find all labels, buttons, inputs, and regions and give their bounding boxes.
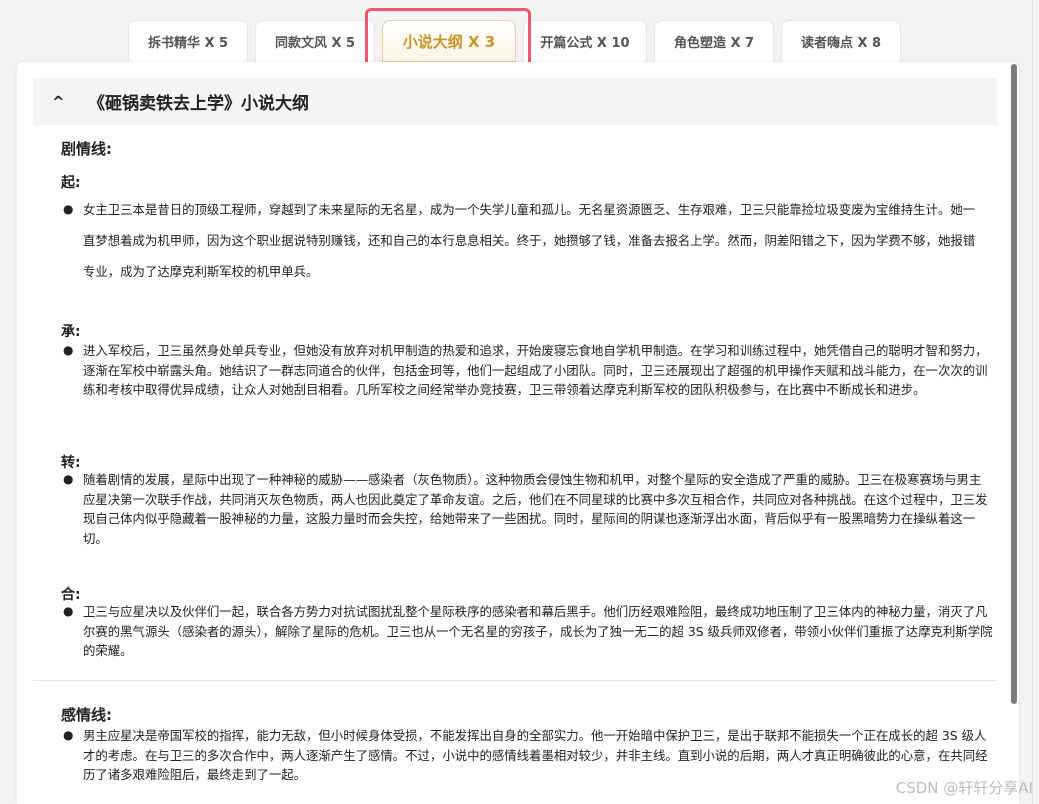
section-title-qi: 起: (61, 175, 81, 191)
romance-heading: 感情线: (61, 706, 112, 724)
section-text-zhuan: ● 随着剧情的发展，星际中出现了一种神秘的威胁——感染者（灰色物质）。这种物质会… (61, 470, 993, 548)
outline-title: 《砸锅卖铁去上学》小说大纲 (88, 94, 309, 114)
tab-book-essence[interactable]: 拆书精华 X 5 (128, 20, 248, 62)
plot-heading: 剧情线: (61, 140, 112, 158)
section-text-cheng: ● 进入军校后，卫三虽然身处单兵专业，但她没有放弃对机甲制造的热爱和追求，开始废… (61, 341, 993, 400)
paragraph-text: 卫三与应星决以及伙伴们一起，联合各方势力对抗试图扰乱整个星际秩序的感染者和幕后黑… (83, 604, 993, 658)
outline-card: ^ 《砸锅卖铁去上学》小说大纲 剧情线: 起: ● 女主卫三本是昔日的顶级工程师… (17, 62, 1019, 804)
section-title-he: 合: (61, 587, 81, 603)
bullet-icon: ● (63, 202, 74, 216)
tab-character-building[interactable]: 角色塑造 X 7 (654, 20, 774, 62)
bullet-icon: ● (63, 604, 74, 618)
section-divider (33, 680, 997, 681)
paragraph-text: 男主应星决是帝国军校的指挥，能力无敌，但小时候身体受损，不能发挥出自身的全部实力… (83, 728, 988, 782)
paragraph-text: 随着剧情的发展，星际中出现了一种神秘的威胁——感染者（灰色物质）。这种物质会侵蚀… (83, 472, 988, 546)
section-title-zhuan: 转: (61, 455, 81, 471)
app-frame: 拆书精华 X 5 同款文风 X 5 小说大纲 X 3 开篇公式 X 10 角色塑… (0, 0, 1039, 804)
watermark: CSDN @轩轩分享AI (895, 779, 1033, 797)
collapse-caret-icon[interactable]: ^ (52, 93, 88, 111)
outline-header[interactable]: ^ 《砸锅卖铁去上学》小说大纲 (33, 78, 997, 125)
tab-opening-formula[interactable]: 开篇公式 X 10 (523, 20, 647, 62)
paragraph-text: 女主卫三本是昔日的顶级工程师，穿越到了未来星际的无名星，成为一个失学儿童和孤儿。… (83, 202, 976, 279)
romance-text: ● 男主应星决是帝国军校的指挥，能力无敌，但小时候身体受损，不能发挥出自身的全部… (61, 726, 993, 785)
tab-reader-hooks[interactable]: 读者嗨点 X 8 (781, 20, 901, 62)
section-text-he: ● 卫三与应星决以及伙伴们一起，联合各方势力对抗试图扰乱整个星际秩序的感染者和幕… (61, 602, 993, 661)
section-title-cheng: 承: (61, 324, 81, 340)
bullet-icon: ● (63, 343, 74, 357)
section-text-qi: ● 女主卫三本是昔日的顶级工程师，穿越到了未来星际的无名星，成为一个失学儿童和孤… (61, 194, 983, 287)
paragraph-text: 进入军校后，卫三虽然身处单兵专业，但她没有放弃对机甲制造的热爱和追求，开始废寝忘… (83, 343, 988, 397)
tab-same-style[interactable]: 同款文风 X 5 (255, 20, 375, 62)
scrollbar-thumb[interactable] (1011, 64, 1017, 704)
bullet-icon: ● (63, 728, 74, 742)
bullet-icon: ● (63, 472, 74, 486)
